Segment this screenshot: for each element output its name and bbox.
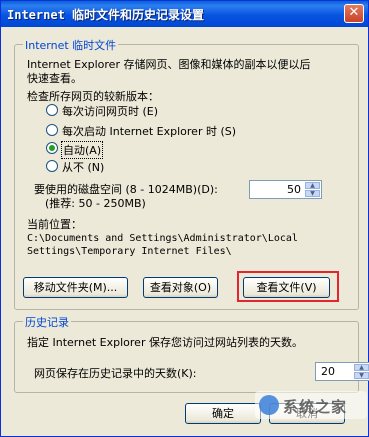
temp-files-legend: Internet 临时文件 [23,37,119,53]
disk-space-spinner[interactable]: 50 ▲ ▼ [249,180,322,199]
close-button[interactable]: ✕ [344,4,364,23]
radio-automatic-button[interactable] [46,142,58,154]
radio-every-start-label[interactable]: 每次启动 Internet Explorer 时 (S) [62,123,236,139]
view-objects-button[interactable]: 查看对象(O) [143,277,218,298]
radio-never-label[interactable]: 从不 (N) [62,159,104,175]
radio-every-visit-button[interactable] [46,104,58,116]
move-folder-button[interactable]: 移动文件夹(M)... [23,277,128,298]
window-title: Internet 临时文件和历史记录设置 [7,8,205,22]
watermark-text: 系统之家 [283,398,348,416]
radio-automatic-label[interactable]: 自动(A) [61,141,104,159]
radio-every-visit-label[interactable]: 每次访问网页时 (E) [62,103,158,119]
disk-space-value[interactable]: 50 [287,183,301,196]
history-days-spin-buttons[interactable]: ▲ ▼ [354,364,369,379]
history-days-label: 网页保存在历史记录中的天数(K): [34,367,197,380]
watermark-logo-icon [259,395,279,415]
ok-button[interactable]: 确定 [185,403,261,424]
spin-up-icon[interactable]: ▲ [305,182,320,189]
spin-down-icon[interactable]: ▼ [305,190,320,197]
view-files-button[interactable]: 查看文件(V) [243,277,330,298]
title-bar[interactable]: Internet 临时文件和历史记录设置 ✕ [1,1,368,27]
radio-every-start-button[interactable] [46,124,58,136]
history-days-spinner[interactable]: 20 ▲ ▼ [315,362,369,381]
watermark: 系统之家 [255,391,367,419]
settings-dialog: Internet 临时文件和历史记录设置 ✕ Internet 临时文件 Int… [0,0,369,437]
location-label: 当前位置： [27,218,82,231]
temp-files-description-line2: 快速查看。 [27,72,82,85]
history-spin-up-icon[interactable]: ▲ [354,364,369,371]
history-days-value[interactable]: 20 [321,365,335,378]
history-legend: 历史记录 [23,314,71,330]
history-description: 指定 Internet Explorer 保存您访问过网站列表的天数。 [27,336,303,349]
check-versions-label: 检查所存网页的较新版本： [27,90,159,103]
history-spin-down-icon[interactable]: ▼ [354,372,369,379]
location-path-line2: Settings\Temporary Internet Files\ [27,246,232,257]
history-group: 历史记录 [14,314,359,393]
radio-never-button[interactable] [46,160,58,172]
disk-space-spin-buttons[interactable]: ▲ ▼ [305,182,320,197]
location-path-line1: C:\Documents and Settings\Administrator\… [27,233,298,244]
disk-space-hint: (推荐: 50 - 250MB) [45,197,146,210]
